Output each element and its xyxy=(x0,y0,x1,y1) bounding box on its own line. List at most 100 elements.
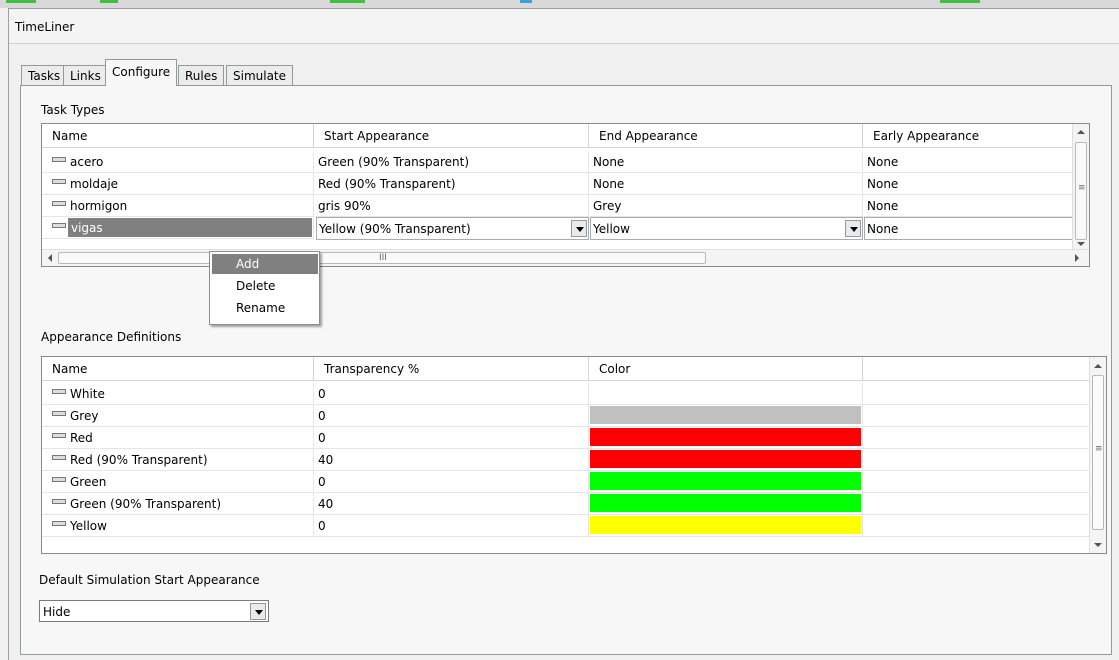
strip-mark xyxy=(100,0,118,3)
column-header-start-appearance[interactable]: Start Appearance xyxy=(314,124,589,148)
color-cell[interactable] xyxy=(589,515,863,537)
selected-task-name[interactable]: vigas xyxy=(68,218,312,237)
table-row[interactable]: Grey 0 xyxy=(42,405,1090,427)
transparency-cell[interactable]: 0 xyxy=(314,383,589,405)
early-appearance-cell[interactable]: None xyxy=(863,173,1073,195)
table-row[interactable]: acero Green (90% Transparent) None None xyxy=(42,151,1073,173)
appearance-bar-icon xyxy=(52,223,66,228)
transparency-cell[interactable]: 0 xyxy=(314,515,589,537)
column-header-name[interactable]: Name xyxy=(42,124,314,148)
default-sim-start-combo[interactable]: Hide xyxy=(39,600,269,622)
arrow-left-icon[interactable] xyxy=(48,254,52,262)
color-cell[interactable] xyxy=(589,405,863,427)
menu-item-rename[interactable]: Rename xyxy=(212,298,318,318)
arrow-up-icon[interactable] xyxy=(1077,130,1085,134)
appearance-bar-icon xyxy=(52,521,66,526)
tab-links[interactable]: Links xyxy=(63,65,108,85)
early-appearance-cell[interactable]: None xyxy=(863,151,1073,173)
color-cell[interactable] xyxy=(589,493,863,515)
appearance-name-cell: Red (90% Transparent) xyxy=(42,449,314,471)
start-appearance-cell[interactable]: gris 90% xyxy=(314,195,589,217)
color-swatch[interactable] xyxy=(590,406,861,424)
color-cell[interactable] xyxy=(589,383,863,405)
color-swatch[interactable] xyxy=(590,384,861,402)
column-header-early-appearance[interactable]: Early Appearance xyxy=(863,124,1073,148)
appearance-definitions-vscroll[interactable]: ≡ xyxy=(1089,357,1106,553)
menu-item-delete[interactable]: Delete xyxy=(212,276,318,296)
table-row[interactable]: Green (90% Transparent) 40 xyxy=(42,493,1090,515)
appearance-bar-icon xyxy=(52,499,66,504)
column-header-color[interactable]: Color xyxy=(589,357,863,381)
start-appearance-combo[interactable]: Yellow (90% Transparent) xyxy=(316,217,589,240)
arrow-down-icon[interactable] xyxy=(1077,242,1085,246)
appearance-name: Green (90% Transparent) xyxy=(70,497,222,511)
tab-label: Tasks xyxy=(28,69,61,83)
transparency-cell[interactable]: 0 xyxy=(314,405,589,427)
color-cell[interactable] xyxy=(589,427,863,449)
column-header-name[interactable]: Name xyxy=(42,357,314,381)
window-title: TimeLiner xyxy=(15,20,75,34)
scroll-thumb[interactable]: ≡ xyxy=(1075,142,1087,240)
arrow-right-icon[interactable] xyxy=(1075,254,1079,262)
task-types-hscroll[interactable]: III xyxy=(42,249,1089,266)
color-swatch[interactable] xyxy=(590,450,861,468)
appearance-bar-icon xyxy=(52,201,66,206)
transparency-cell[interactable]: 40 xyxy=(314,493,589,515)
table-row[interactable]: Yellow 0 xyxy=(42,515,1090,537)
arrow-down-icon[interactable] xyxy=(1094,543,1102,547)
early-appearance-cell[interactable]: None xyxy=(863,195,1073,217)
early-appearance-combo[interactable]: None xyxy=(864,217,1073,240)
task-name-cell: moldaje xyxy=(42,173,314,195)
column-header-end-appearance[interactable]: End Appearance xyxy=(589,124,863,148)
appearance-name-cell: Yellow xyxy=(42,515,314,537)
strip-mark xyxy=(940,0,980,3)
empty-cell xyxy=(863,493,1090,515)
task-name-cell: acero xyxy=(42,151,314,173)
chevron-down-icon[interactable] xyxy=(845,220,861,237)
end-appearance-combo[interactable]: Yellow xyxy=(590,217,863,240)
end-appearance-cell[interactable]: None xyxy=(589,151,863,173)
chevron-down-icon[interactable] xyxy=(250,603,266,620)
table-row[interactable]: White 0 xyxy=(42,383,1090,405)
tab-tasks[interactable]: Tasks xyxy=(21,65,68,85)
chevron-down-icon[interactable] xyxy=(571,220,587,237)
color-swatch[interactable] xyxy=(590,516,861,534)
transparency-cell[interactable]: 0 xyxy=(314,427,589,449)
grip-icon: ≡ xyxy=(1095,444,1103,454)
start-appearance-cell[interactable]: Green (90% Transparent) xyxy=(314,151,589,173)
transparency-cell[interactable]: 0 xyxy=(314,471,589,493)
scroll-thumb[interactable]: III xyxy=(58,252,706,264)
table-row[interactable]: Green 0 xyxy=(42,471,1090,493)
appearance-bar-icon xyxy=(52,433,66,438)
tab-rules[interactable]: Rules xyxy=(178,65,225,85)
end-appearance-cell[interactable]: None xyxy=(589,173,863,195)
column-header-transparency[interactable]: Transparency % xyxy=(314,357,589,381)
appearance-bar-icon xyxy=(52,157,66,162)
transparency-cell[interactable]: 40 xyxy=(314,449,589,471)
task-types-vscroll[interactable]: ≡ xyxy=(1072,124,1089,249)
tab-configure[interactable]: Configure xyxy=(105,59,178,86)
end-appearance-cell[interactable]: Grey xyxy=(589,195,863,217)
table-row[interactable]: hormigon gris 90% Grey None xyxy=(42,195,1073,217)
scroll-thumb[interactable]: ≡ xyxy=(1092,375,1104,530)
color-swatch[interactable] xyxy=(590,428,861,446)
table-row-selected[interactable]: vigas Yellow (90% Transparent) Yellow No… xyxy=(42,217,1073,240)
table-row[interactable]: Red 0 xyxy=(42,427,1090,449)
table-row[interactable]: moldaje Red (90% Transparent) None None xyxy=(42,173,1073,195)
task-name: hormigon xyxy=(70,199,128,213)
tab-simulate[interactable]: Simulate xyxy=(226,65,294,85)
combo-value: Hide xyxy=(43,605,71,619)
appearance-name: White xyxy=(70,387,105,401)
table-row[interactable]: Red (90% Transparent) 40 xyxy=(42,449,1090,471)
empty-cell xyxy=(863,449,1090,471)
color-cell[interactable] xyxy=(589,471,863,493)
arrow-up-icon[interactable] xyxy=(1094,364,1102,368)
menu-item-add[interactable]: Add xyxy=(212,254,318,274)
appearance-bar-icon xyxy=(52,179,66,184)
start-appearance-cell[interactable]: Red (90% Transparent) xyxy=(314,173,589,195)
color-swatch[interactable] xyxy=(590,472,861,490)
appearance-name: Grey xyxy=(70,409,99,423)
appearance-bar-icon xyxy=(52,411,66,416)
color-cell[interactable] xyxy=(589,449,863,471)
color-swatch[interactable] xyxy=(590,494,861,512)
